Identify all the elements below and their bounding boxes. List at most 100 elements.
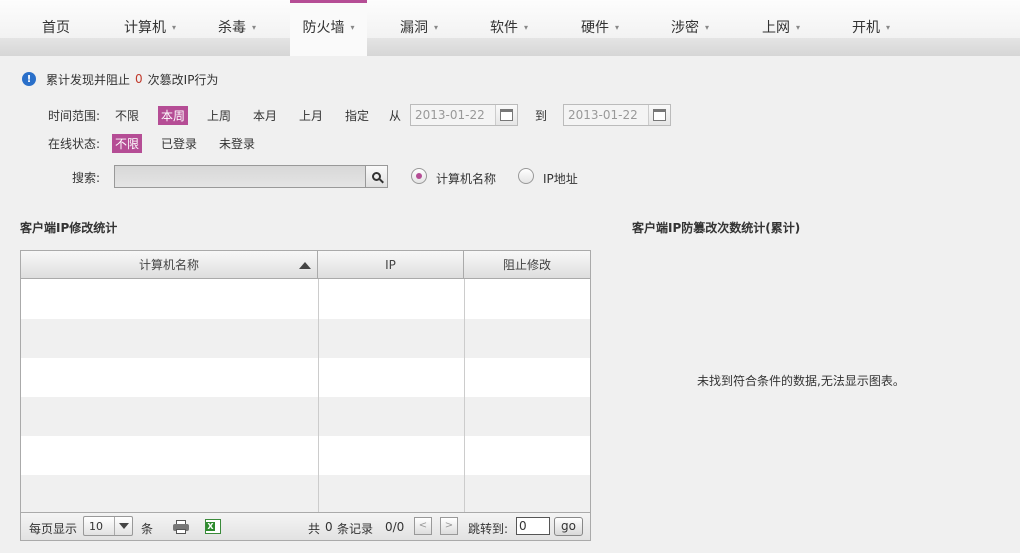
jump-to-label: 跳转到: [468, 522, 509, 536]
sort-ascending-icon [299, 262, 311, 269]
total-suffix: 条记录 [337, 522, 374, 536]
ip-tamper-stats-title: 客户端IP防篡改次数统计(累计) [632, 221, 801, 235]
info-summary: ! 累计发现并阻止 0 次篡改IP行为 [22, 71, 218, 87]
time-option-custom[interactable]: 指定 [342, 106, 372, 125]
nav-classified[interactable]: 涉密 ▾ [655, 0, 725, 56]
time-option-this-month[interactable]: 本月 [250, 106, 280, 125]
nav-internet[interactable]: 上网 ▾ [746, 0, 816, 56]
nav-label: 涉密 [670, 20, 699, 36]
total-count: 0 [325, 520, 333, 534]
table-row [21, 280, 590, 319]
chevron-down-icon: ▾ [171, 23, 176, 32]
status-option-not-logged-in[interactable]: 未登录 [216, 134, 258, 153]
radio-ip-address[interactable] [518, 168, 534, 184]
calendar-button[interactable] [648, 105, 670, 125]
nav-label: 首页 [42, 20, 70, 36]
nav-boot[interactable]: 开机 ▾ [836, 0, 906, 56]
page-info: 0/0 [385, 520, 405, 534]
column-header-computer-name[interactable]: 计算机名称 [21, 251, 318, 279]
nav-vulnerability[interactable]: 漏洞 ▾ [384, 0, 454, 56]
table-body [21, 280, 590, 512]
chevron-down-icon: ▾ [350, 23, 355, 32]
per-page-value: 10 [89, 519, 103, 533]
time-option-this-week[interactable]: 本周 [158, 106, 189, 125]
printer-icon[interactable] [173, 520, 189, 534]
to-date-picker[interactable]: 2013-01-22 [563, 104, 671, 126]
per-page-select[interactable]: 10 [83, 516, 133, 536]
per-page-unit: 条 [141, 522, 154, 536]
column-divider [318, 279, 319, 512]
chevron-down-icon: ▾ [885, 23, 890, 32]
to-label: 到 [535, 109, 548, 123]
table-row [21, 436, 590, 475]
time-option-last-month[interactable]: 上月 [296, 106, 326, 125]
nav-label: 上网 [761, 20, 790, 36]
column-label: 阻止修改 [502, 258, 551, 272]
nav-label: 开机 [851, 20, 880, 36]
time-option-last-week[interactable]: 上周 [204, 106, 234, 125]
table-row [21, 358, 590, 397]
per-page-label: 每页显示 [29, 522, 78, 536]
table-row [21, 319, 590, 358]
chevron-down-icon [118, 523, 129, 529]
excel-export-icon[interactable]: X [205, 519, 221, 534]
radio-computer-name[interactable] [411, 168, 427, 184]
column-divider [464, 279, 465, 512]
column-label: IP [385, 258, 396, 272]
calendar-icon [653, 109, 666, 121]
from-date-picker[interactable]: 2013-01-22 [410, 104, 518, 126]
pagination-bar: 每页显示 10 条 X 共 0 条记录 0/0 < > 跳转到: 0 go [21, 512, 590, 540]
chevron-down-icon: ▾ [433, 23, 438, 32]
next-page-button[interactable]: > [440, 517, 458, 535]
nav-label: 硬件 [580, 20, 609, 36]
chevron-down-icon: ▾ [614, 23, 619, 32]
nav-hardware[interactable]: 硬件 ▾ [565, 0, 635, 56]
from-date-value: 2013-01-22 [415, 108, 485, 122]
table-header: 计算机名称 IP 阻止修改 [21, 251, 590, 279]
info-suffix: 次篡改IP行为 [147, 72, 219, 87]
nav-firewall[interactable]: 防火墙 ▾ [290, 0, 367, 56]
blocked-count: 0 [135, 72, 143, 86]
search-input[interactable] [115, 166, 365, 187]
column-header-block-modify[interactable]: 阻止修改 [464, 251, 590, 279]
search-icon [372, 172, 381, 181]
chevron-down-icon: ▾ [523, 23, 528, 32]
search-button[interactable] [365, 166, 387, 187]
column-header-ip[interactable]: IP [318, 251, 464, 279]
dropdown-button[interactable] [114, 517, 132, 535]
from-label: 从 [389, 109, 402, 123]
table-row [21, 475, 590, 512]
nav-antivirus[interactable]: 杀毒 ▾ [202, 0, 272, 56]
time-range-label: 时间范围: [48, 109, 101, 123]
info-prefix: 累计发现并阻止 [46, 72, 131, 87]
nav-label: 漏洞 [399, 20, 428, 36]
calendar-button[interactable] [495, 105, 517, 125]
table-row [21, 397, 590, 436]
radio-computer-name-label[interactable]: 计算机名称 [436, 170, 496, 187]
chevron-down-icon: ▾ [251, 23, 256, 32]
chevron-down-icon: ▾ [704, 23, 709, 32]
search-label: 搜索: [72, 171, 101, 185]
ip-modify-stats-title: 客户端IP修改统计 [20, 221, 118, 235]
prev-page-button[interactable]: < [414, 517, 432, 535]
chart-no-data-message: 未找到符合条件的数据,无法显示图表。 [697, 374, 905, 388]
nav-label: 计算机 [123, 20, 166, 36]
calendar-icon [500, 109, 513, 121]
nav-label: 杀毒 [217, 20, 246, 36]
info-icon: ! [22, 72, 36, 86]
total-prefix: 共 [308, 522, 321, 536]
chevron-down-icon: ▾ [795, 23, 800, 32]
nav-computer[interactable]: 计算机 ▾ [110, 0, 190, 56]
nav-software[interactable]: 软件 ▾ [474, 0, 544, 56]
status-option-logged-in[interactable]: 已登录 [158, 134, 200, 153]
search-box [114, 165, 388, 188]
nav-home[interactable]: 首页 [28, 0, 84, 56]
time-option-any[interactable]: 不限 [112, 106, 142, 125]
go-button[interactable]: go [554, 517, 583, 536]
to-date-value: 2013-01-22 [568, 108, 638, 122]
online-status-label: 在线状态: [48, 137, 101, 151]
top-navigation: 首页 计算机 ▾ 杀毒 ▾ 防火墙 ▾ 漏洞 ▾ 软件 ▾ 硬件 ▾ 涉密 ▾ 上网 ▾ 开机 ▾ [0, 0, 1020, 56]
jump-page-input[interactable]: 0 [516, 517, 550, 535]
radio-ip-address-label[interactable]: IP地址 [543, 170, 578, 187]
status-option-any[interactable]: 不限 [112, 134, 143, 153]
